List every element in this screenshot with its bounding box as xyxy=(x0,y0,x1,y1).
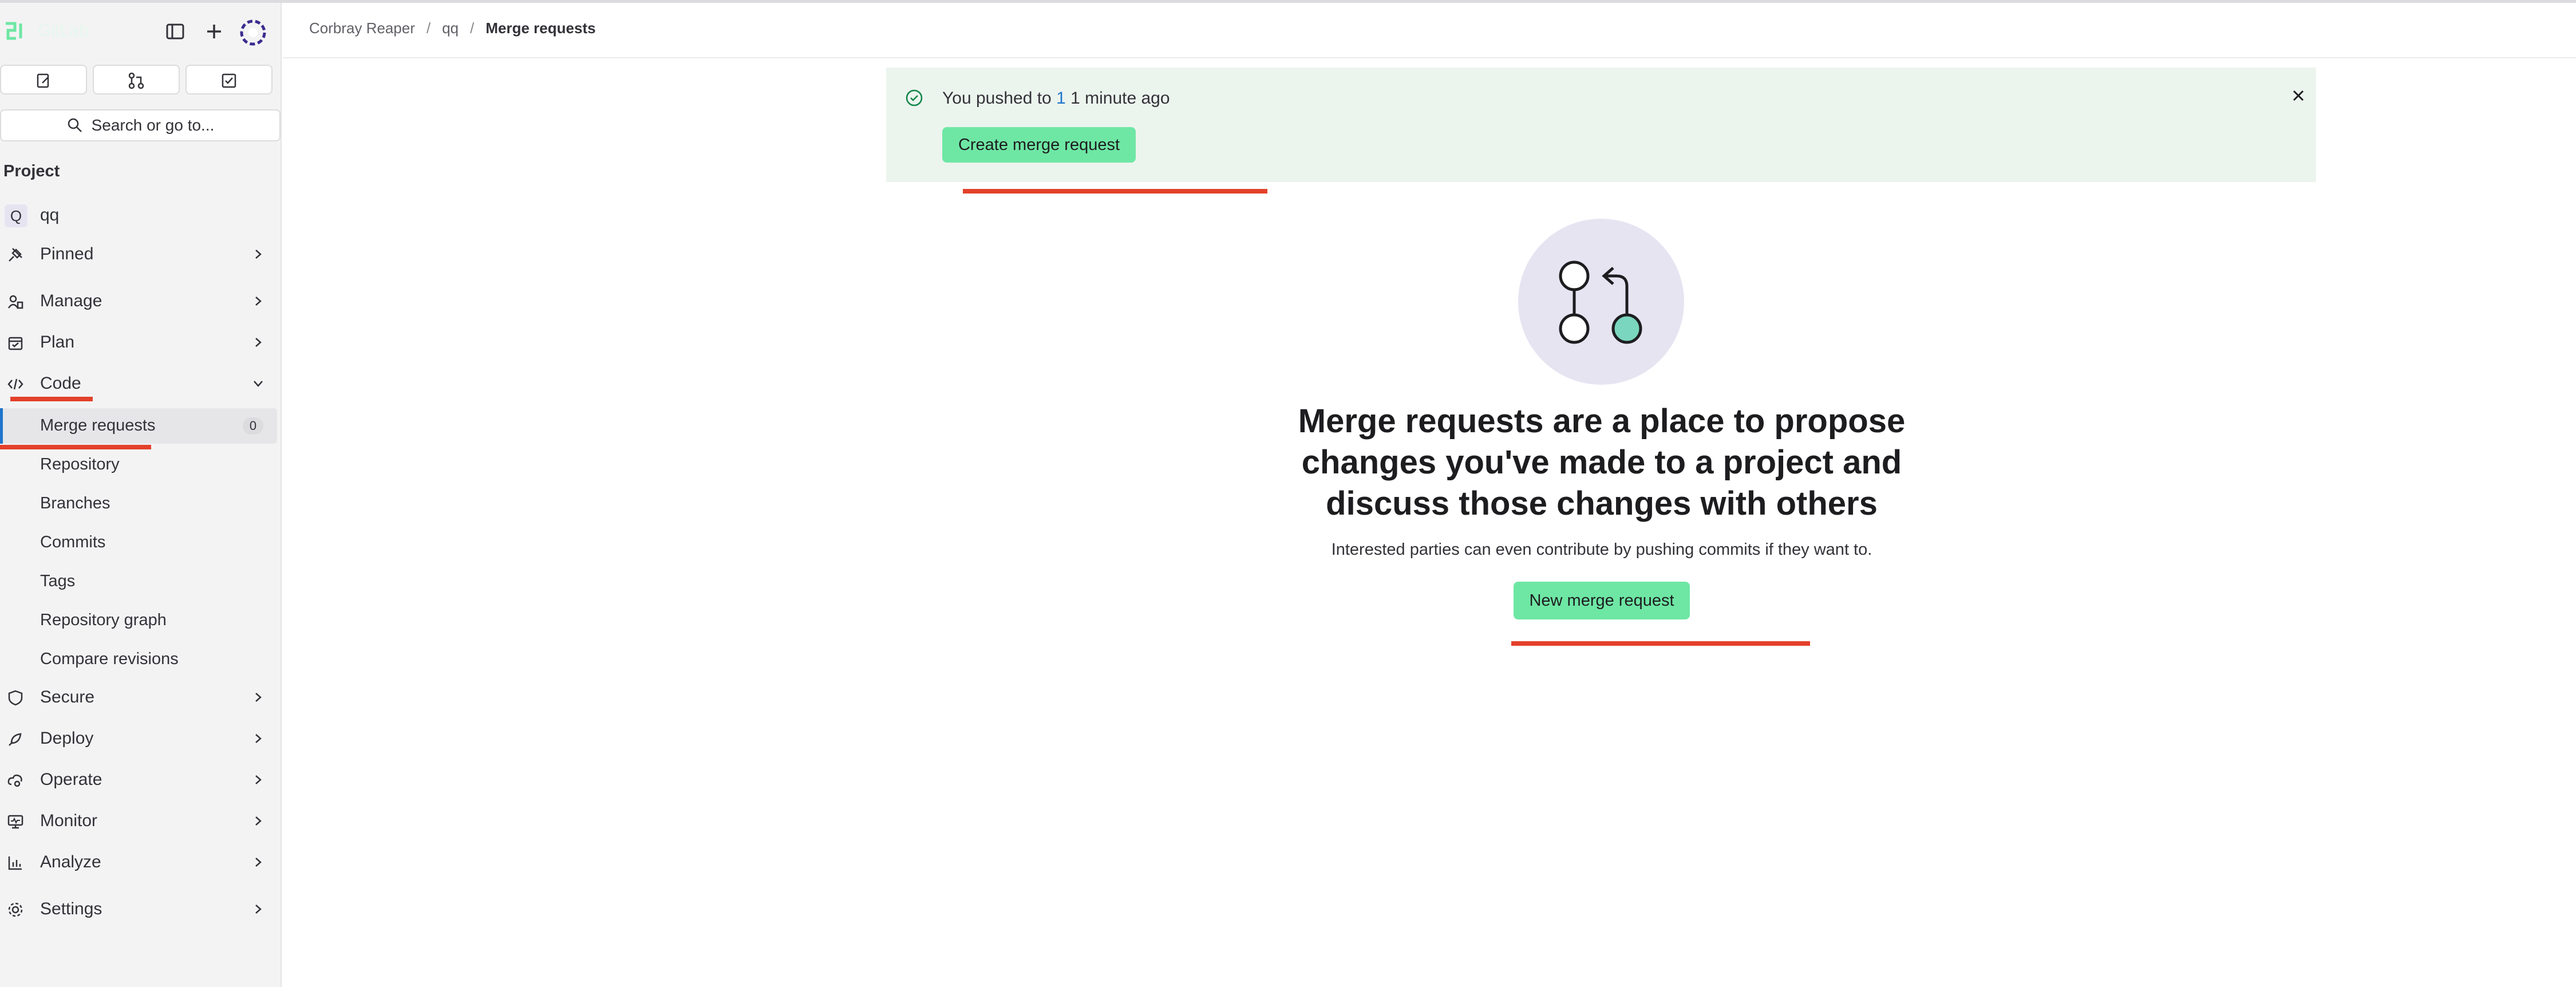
sidebar-item-plan[interactable]: Plan xyxy=(0,325,277,360)
chevron-right-icon xyxy=(255,734,262,743)
sidebar-item-tags[interactable]: Tags xyxy=(40,572,75,591)
chevron-right-icon xyxy=(255,338,262,347)
sidebar-item-pinned[interactable]: Pinned xyxy=(0,236,277,272)
sidebar-item-code[interactable]: Code xyxy=(0,366,277,401)
search-button[interactable]: Search or go to... xyxy=(0,109,280,141)
sidebar-item-label: qq xyxy=(40,206,60,224)
sidebar-item-secure[interactable]: Secure xyxy=(0,680,277,715)
chevron-right-icon xyxy=(255,905,262,914)
branch-link[interactable]: 1 xyxy=(1056,89,1066,108)
gitlab-logo-icon[interactable] xyxy=(3,19,33,43)
chevron-right-icon xyxy=(255,816,262,826)
sidebar-item-deploy[interactable]: Deploy xyxy=(0,721,277,756)
sidebar-item-label: Secure xyxy=(40,688,95,706)
sidebar-header: GitLab xyxy=(0,3,282,60)
sidebar-item-label: Deploy xyxy=(40,729,94,748)
sidebar-item-label: Operate xyxy=(40,770,102,789)
logo-text: GitLab xyxy=(38,21,89,40)
breadcrumb-separator: / xyxy=(470,19,475,37)
merge-request-icon xyxy=(128,72,144,89)
breadcrumb-item[interactable]: qq xyxy=(442,19,459,37)
pin-icon xyxy=(9,248,22,262)
alert-message: You pushed to 1 1 minute ago xyxy=(942,89,1170,108)
sidebar-item-compare-revisions[interactable]: Compare revisions xyxy=(40,650,179,669)
push-alert: You pushed to 1 1 minute ago Create merg… xyxy=(886,68,2316,182)
section-title: Project xyxy=(3,162,60,180)
annotation-underline xyxy=(0,445,151,449)
quick-actions xyxy=(0,65,282,98)
gear-icon xyxy=(8,902,23,917)
users-icon xyxy=(7,295,23,309)
breadcrumb-current[interactable]: Merge requests xyxy=(485,19,595,37)
sidebar-item-operate[interactable]: Operate xyxy=(0,762,277,798)
empty-state-description: Interested parties can even contribute b… xyxy=(1331,540,1872,559)
sidebar-item-label: Pinned xyxy=(40,244,94,263)
plus-icon[interactable] xyxy=(203,20,226,43)
merge-requests-quick-button[interactable] xyxy=(93,65,180,94)
sidebar-item-label: Manage xyxy=(40,291,102,310)
header-divider xyxy=(283,57,2576,58)
breadcrumb: Corbray Reaper / qq / Merge requests xyxy=(309,19,596,37)
sidebar-item-settings[interactable]: Settings xyxy=(0,891,277,927)
count-badge: 0 xyxy=(243,417,263,435)
calendar-icon xyxy=(8,337,23,350)
sidebar-item-label: Code xyxy=(40,374,81,393)
sidebar-item-label: Merge requests xyxy=(40,416,156,435)
sidebar-item-manage[interactable]: Manage xyxy=(0,283,277,319)
breadcrumb-item[interactable]: Corbray Reaper xyxy=(309,19,415,37)
shield-icon xyxy=(8,690,23,706)
chevron-right-icon xyxy=(255,250,262,259)
todo-button[interactable] xyxy=(185,65,272,94)
sidebar-item-repository[interactable]: Repository xyxy=(40,455,120,474)
sidebar-item-commits[interactable]: Commits xyxy=(40,533,105,552)
annotation-underline xyxy=(1511,641,1810,646)
top-border xyxy=(0,0,2576,3)
todo-icon xyxy=(222,73,236,88)
rocket-icon xyxy=(9,733,22,746)
sidebar-item-monitor[interactable]: Monitor xyxy=(0,803,277,839)
chevron-right-icon xyxy=(255,297,262,306)
avatar[interactable] xyxy=(239,19,267,46)
sidebar-item-label: Settings xyxy=(40,899,102,918)
search-label: Search or go to... xyxy=(91,116,215,134)
annotation-underline xyxy=(963,189,1267,194)
cloud-gear-icon xyxy=(7,774,22,787)
code-icon xyxy=(7,378,23,390)
sidebar-item-project[interactable]: Q qq xyxy=(0,198,277,233)
sidebar-item-analyze[interactable]: Analyze xyxy=(0,844,277,880)
chevron-down-icon xyxy=(254,381,263,387)
issues-button[interactable] xyxy=(0,65,87,94)
sidebar-item-label: Analyze xyxy=(40,852,101,871)
active-indicator xyxy=(0,408,3,444)
chart-icon xyxy=(8,856,22,870)
sidebar-item-branches[interactable]: Branches xyxy=(40,494,110,513)
chevron-right-icon xyxy=(255,858,262,867)
search-icon xyxy=(68,118,82,132)
sidebar-item-label: Plan xyxy=(40,333,75,352)
sidebar: GitLab Search or go to... Project Q qq P… xyxy=(0,3,282,987)
empty-state-title: Merge requests are a place to propose ch… xyxy=(1298,402,1906,522)
monitor-icon xyxy=(7,815,23,829)
alert-text-prefix: You pushed to xyxy=(942,89,1057,108)
breadcrumb-separator: / xyxy=(426,19,431,37)
sidebar-item-label: Monitor xyxy=(40,811,98,830)
close-icon[interactable] xyxy=(2289,86,2308,105)
annotation-underline xyxy=(10,397,93,401)
issues-icon xyxy=(37,73,49,88)
new-merge-request-button[interactable]: New merge request xyxy=(1514,582,1690,619)
sidebar-item-repository-graph[interactable]: Repository graph xyxy=(40,611,167,630)
sidebar-toggle-icon[interactable] xyxy=(164,20,187,43)
chevron-right-icon xyxy=(255,693,262,702)
project-avatar: Q xyxy=(5,204,27,227)
sidebar-item-merge-requests[interactable]: Merge requests 0 xyxy=(0,408,277,444)
chevron-right-icon xyxy=(255,775,262,784)
create-merge-request-button[interactable]: Create merge request xyxy=(942,127,1136,163)
merge-request-illustration xyxy=(1518,219,1684,385)
alert-text-suffix: 1 minute ago xyxy=(1065,89,1170,108)
check-circle-icon xyxy=(906,89,923,106)
